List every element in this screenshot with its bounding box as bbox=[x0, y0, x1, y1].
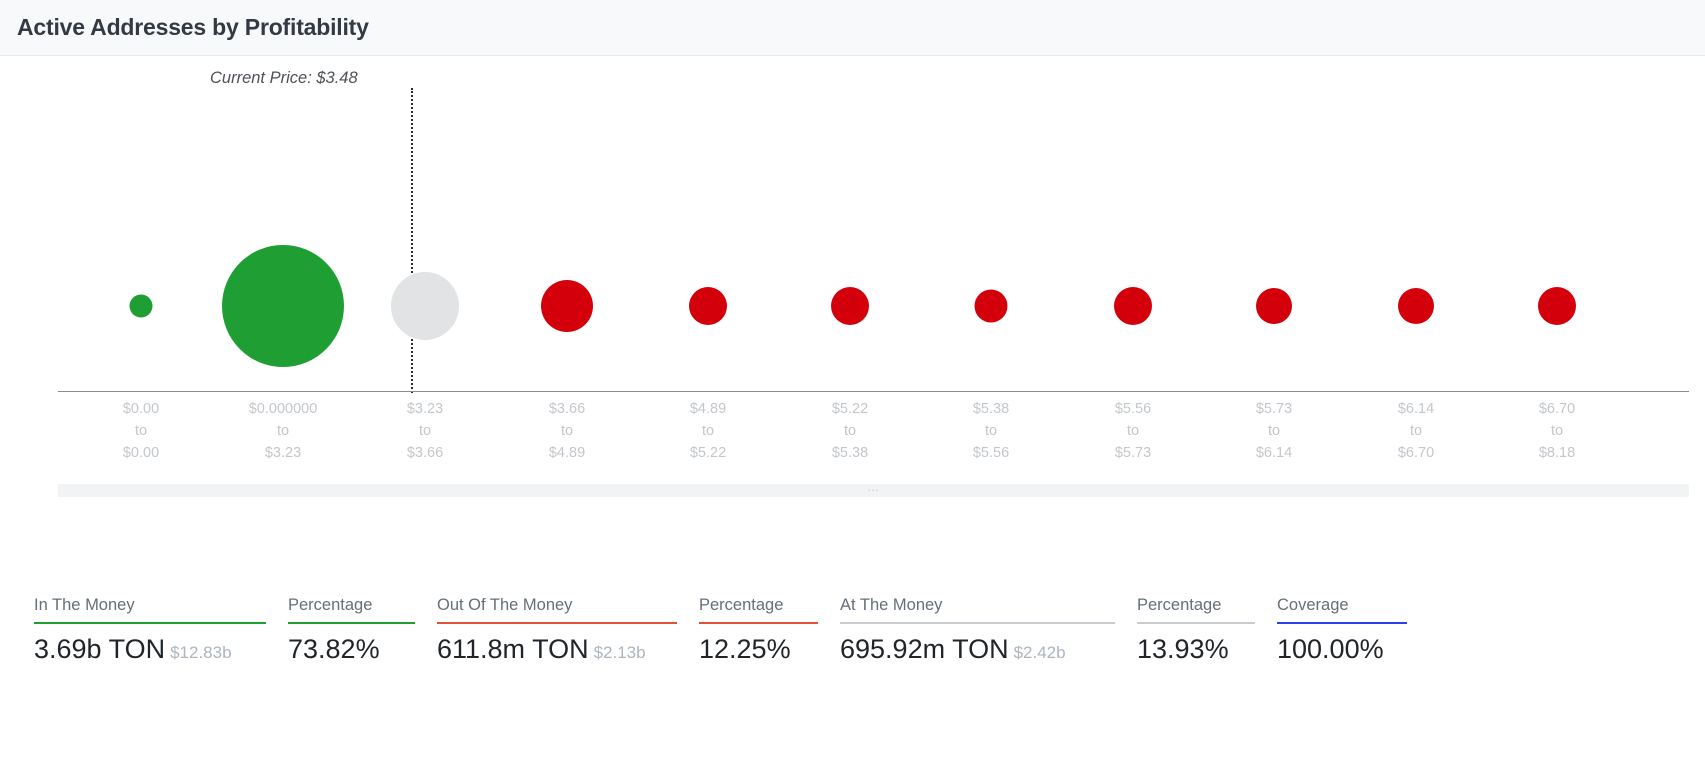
page-title: Active Addresses by Profitability bbox=[17, 14, 369, 40]
panel-header: Active Addresses by Profitability bbox=[0, 0, 1705, 56]
stat-underline bbox=[699, 622, 818, 624]
stat-underline bbox=[34, 622, 266, 624]
bubble-out_of_the_money-9[interactable] bbox=[1398, 288, 1434, 324]
bubble-out_of_the_money-8[interactable] bbox=[1256, 288, 1292, 324]
x-tick-label-10: $6.70 to $8.18 bbox=[1539, 398, 1575, 464]
bubble-in_the_money-1[interactable] bbox=[222, 245, 344, 367]
stat-value: 695.92m TON $2.42b bbox=[840, 634, 1066, 664]
stat-underline bbox=[288, 622, 415, 624]
x-tick-label-to: to bbox=[1550, 423, 1564, 439]
stat-value: 100.00% bbox=[1277, 634, 1384, 664]
x-tick-label-to: to bbox=[984, 423, 998, 439]
chart-panel: Active Addresses by Profitability Curren… bbox=[0, 0, 1705, 765]
stat-coverage: Coverage 100.00% bbox=[1277, 596, 1429, 663]
x-tick-label-0: $0.00 to $0.00 bbox=[123, 398, 159, 464]
x-tick-label-to: to bbox=[843, 423, 857, 439]
x-tick-label-high: $5.38 bbox=[831, 445, 869, 461]
stat-underline bbox=[1137, 622, 1255, 624]
x-tick-label-to: to bbox=[1267, 423, 1281, 439]
x-tick-label-high: $0.00 bbox=[122, 445, 160, 461]
x-tick-label-to: to bbox=[418, 423, 432, 439]
x-tick-label-to: to bbox=[1126, 423, 1140, 439]
stat-out-of-the-money-percentage: Percentage 12.25% bbox=[699, 596, 840, 663]
stat-value: 611.8m TON $2.13b bbox=[437, 634, 646, 664]
x-tick-label-low: $3.66 bbox=[548, 401, 586, 417]
plot-area[interactable]: Current Price: $3.48 bbox=[17, 66, 1689, 393]
stat-subvalue: $12.83b bbox=[170, 643, 232, 662]
stat-label: In The Money bbox=[34, 596, 135, 614]
bubble-out_of_the_money-3[interactable] bbox=[541, 280, 593, 332]
stat-underline bbox=[437, 622, 677, 624]
x-tick-label-4: $4.89 to $5.22 bbox=[690, 398, 726, 464]
stat-out-of-the-money: Out Of The Money 611.8m TON $2.13b bbox=[437, 596, 699, 663]
x-tick-label-low: $3.23 bbox=[406, 401, 444, 417]
x-tick-label-6: $5.38 to $5.56 bbox=[973, 398, 1009, 464]
x-tick-label-high: $3.23 bbox=[264, 445, 302, 461]
stat-label: Percentage bbox=[288, 596, 373, 614]
x-tick-label-high: $5.22 bbox=[689, 445, 727, 461]
x-tick-label-2: $3.23 to $3.66 bbox=[407, 398, 443, 464]
bubble-out_of_the_money-4[interactable] bbox=[689, 287, 727, 325]
stat-value: 12.25% bbox=[699, 634, 791, 664]
x-tick-label-to: to bbox=[560, 423, 574, 439]
bubble-in_the_money-0[interactable] bbox=[129, 294, 153, 318]
x-tick-label-high: $6.14 bbox=[1255, 445, 1293, 461]
x-tick-label-to: to bbox=[276, 423, 290, 439]
x-tick-label-9: $6.14 to $6.70 bbox=[1398, 398, 1434, 464]
bubble-out_of_the_money-6[interactable] bbox=[974, 289, 1008, 323]
scrollbar-grip-icon[interactable]: ⋯ bbox=[867, 485, 881, 496]
x-tick-label-high: $5.56 bbox=[972, 445, 1010, 461]
stat-in-the-money: In The Money 3.69b TON $12.83b bbox=[34, 596, 288, 663]
stat-label: Percentage bbox=[1137, 596, 1222, 614]
stat-subvalue: $2.42b bbox=[1013, 643, 1066, 662]
stat-label: At The Money bbox=[840, 596, 943, 614]
x-tick-label-7: $5.56 to $5.73 bbox=[1115, 398, 1151, 464]
bubble-at_the_money-2[interactable] bbox=[391, 272, 459, 340]
stat-underline bbox=[840, 622, 1115, 624]
stat-at-the-money: At The Money 695.92m TON $2.42b bbox=[840, 596, 1137, 663]
stat-in-the-money-percentage: Percentage 73.82% bbox=[288, 596, 437, 663]
stat-subvalue: $2.13b bbox=[593, 643, 646, 662]
x-tick-label-high: $8.18 bbox=[1538, 445, 1576, 461]
stat-value: 73.82% bbox=[288, 634, 380, 664]
x-tick-label-low: $4.89 bbox=[689, 401, 727, 417]
x-tick-label-low: $0.00 bbox=[122, 401, 160, 417]
bubble-out_of_the_money-5[interactable] bbox=[831, 287, 869, 325]
stat-underline bbox=[1277, 622, 1407, 624]
x-tick-label-low: $5.22 bbox=[831, 401, 869, 417]
x-tick-label-low: $5.38 bbox=[972, 401, 1010, 417]
stat-label: Coverage bbox=[1277, 596, 1349, 614]
bubble-chart-card: Current Price: $3.48 $0.00 to $0.00 $0.0000… bbox=[17, 66, 1689, 506]
x-tick-label-to: to bbox=[134, 423, 148, 439]
summary-stats-row: In The Money 3.69b TON $12.83b Percentage 73… bbox=[34, 596, 1429, 663]
x-tick-label-low: $0.000000 bbox=[248, 401, 318, 417]
current-price-annotation: Current Price: $3.48 bbox=[210, 69, 358, 87]
x-tick-label-high: $6.70 bbox=[1397, 445, 1435, 461]
x-tick-label-8: $5.73 to $6.14 bbox=[1256, 398, 1292, 464]
stat-label: Percentage bbox=[699, 596, 784, 614]
x-tick-label-5: $5.22 to $5.38 bbox=[832, 398, 868, 464]
x-axis-tick-labels: $0.00 to $0.00 $0.000000 to $3.23 $3.23 to $3.66… bbox=[17, 398, 1689, 476]
x-tick-label-low: $6.14 bbox=[1397, 401, 1435, 417]
x-tick-label-low: $6.70 bbox=[1538, 401, 1576, 417]
x-tick-label-to: to bbox=[701, 423, 715, 439]
stat-value: 13.93% bbox=[1137, 634, 1229, 664]
x-tick-label-high: $4.89 bbox=[548, 445, 586, 461]
stat-value: 3.69b TON $12.83b bbox=[34, 634, 232, 664]
bubble-out_of_the_money-7[interactable] bbox=[1114, 287, 1152, 325]
x-tick-label-to: to bbox=[1409, 423, 1423, 439]
x-tick-label-low: $5.73 bbox=[1255, 401, 1293, 417]
current-price-line bbox=[411, 88, 413, 393]
bubble-out_of_the_money-10[interactable] bbox=[1538, 287, 1576, 325]
stat-label: Out Of The Money bbox=[437, 596, 573, 614]
x-tick-label-high: $3.66 bbox=[406, 445, 444, 461]
x-tick-label-1: $0.000000 to $3.23 bbox=[249, 398, 318, 464]
stat-at-the-money-percentage: Percentage 13.93% bbox=[1137, 596, 1277, 663]
x-tick-label-3: $3.66 to $4.89 bbox=[549, 398, 585, 464]
chart-horizontal-scrollbar[interactable]: ⋯ bbox=[58, 484, 1689, 497]
x-tick-label-high: $5.73 bbox=[1114, 445, 1152, 461]
x-axis-line bbox=[58, 391, 1689, 392]
x-tick-label-low: $5.56 bbox=[1114, 401, 1152, 417]
